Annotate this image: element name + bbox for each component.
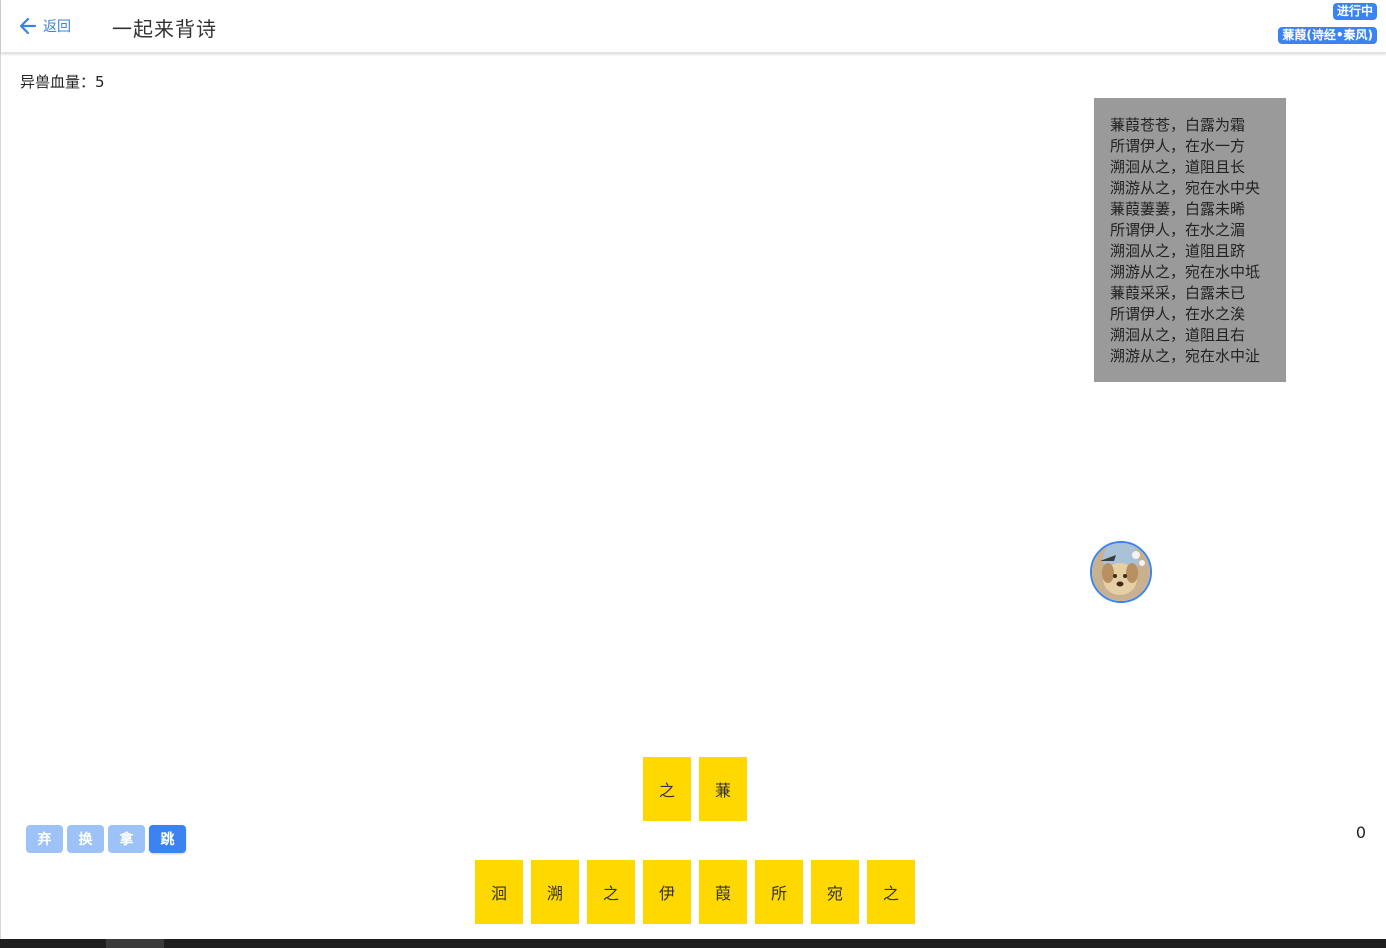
taskbar-tab[interactable] (106, 939, 164, 948)
player-avatar[interactable] (1090, 541, 1152, 603)
hand-char-tile[interactable]: 之 (867, 860, 915, 924)
poem-line: 蒹葭萋萋，白露未晞 (1110, 200, 1246, 218)
poem-line: 溯洄从之，道阻且跻 (1110, 242, 1246, 260)
poem-line: 溯洄从之，道阻且长 (1110, 158, 1246, 176)
swap-button[interactable]: 换 (67, 825, 104, 853)
hand-char-tile[interactable]: 伊 (643, 860, 691, 924)
poem-line: 溯游从之，宛在水中央 (1110, 179, 1261, 197)
arrow-left-icon (19, 17, 37, 35)
poem-text-panel: 蒹葭苍苍，白露为霜 所谓伊人，在水一方 溯洄从之，道阻且长 溯游从之，宛在水中央… (1094, 98, 1286, 382)
poem-line: 蒹葭采采，白露未已 (1110, 284, 1246, 302)
poem-line: 所谓伊人，在水之涘 (1110, 305, 1246, 323)
hand-char-tile[interactable]: 葭 (699, 860, 747, 924)
poem-line: 所谓伊人，在水之湄 (1110, 221, 1246, 239)
game-screen: 返回 一起来背诗 进行中 蒹葭(诗经•秦风) 异兽血量：5 蒹葭苍苍，白露为霜 … (0, 0, 1386, 948)
os-taskbar (0, 939, 1386, 948)
page-title: 一起来背诗 (112, 17, 217, 41)
monster-hp: 异兽血量：5 (20, 73, 105, 91)
poem-line: 蒹葭苍苍，白露为霜 (1110, 116, 1246, 134)
top-bar: 返回 一起来背诗 进行中 蒹葭(诗经•秦风) (1, 0, 1386, 53)
back-label: 返回 (43, 19, 71, 35)
poem-line: 溯游从之，宛在水中沚 (1110, 347, 1261, 365)
collected-char-tile[interactable]: 蒹 (699, 757, 747, 821)
take-button[interactable]: 拿 (108, 825, 145, 853)
score-value: 0 (1355, 823, 1366, 842)
discard-button[interactable]: 弃 (26, 825, 63, 853)
hand-char-tile[interactable]: 所 (755, 860, 803, 924)
hand-char-tile[interactable]: 之 (587, 860, 635, 924)
poem-name-badge: 蒹葭(诗经•秦风) (1278, 27, 1377, 44)
hand-char-tile[interactable]: 洄 (475, 860, 523, 924)
collected-char-tile[interactable]: 之 (643, 757, 691, 821)
back-button[interactable]: 返回 (19, 14, 71, 38)
poem-line: 溯游从之，宛在水中坻 (1110, 263, 1261, 281)
dog-avatar-icon (1092, 543, 1150, 601)
poem-line: 所谓伊人，在水一方 (1110, 137, 1246, 155)
hand-char-tile[interactable]: 宛 (811, 860, 859, 924)
poem-line: 溯洄从之，道阻且右 (1110, 326, 1246, 344)
jump-button[interactable]: 跳 (149, 825, 186, 853)
hand-char-tile[interactable]: 溯 (531, 860, 579, 924)
status-badge: 进行中 (1332, 3, 1377, 20)
